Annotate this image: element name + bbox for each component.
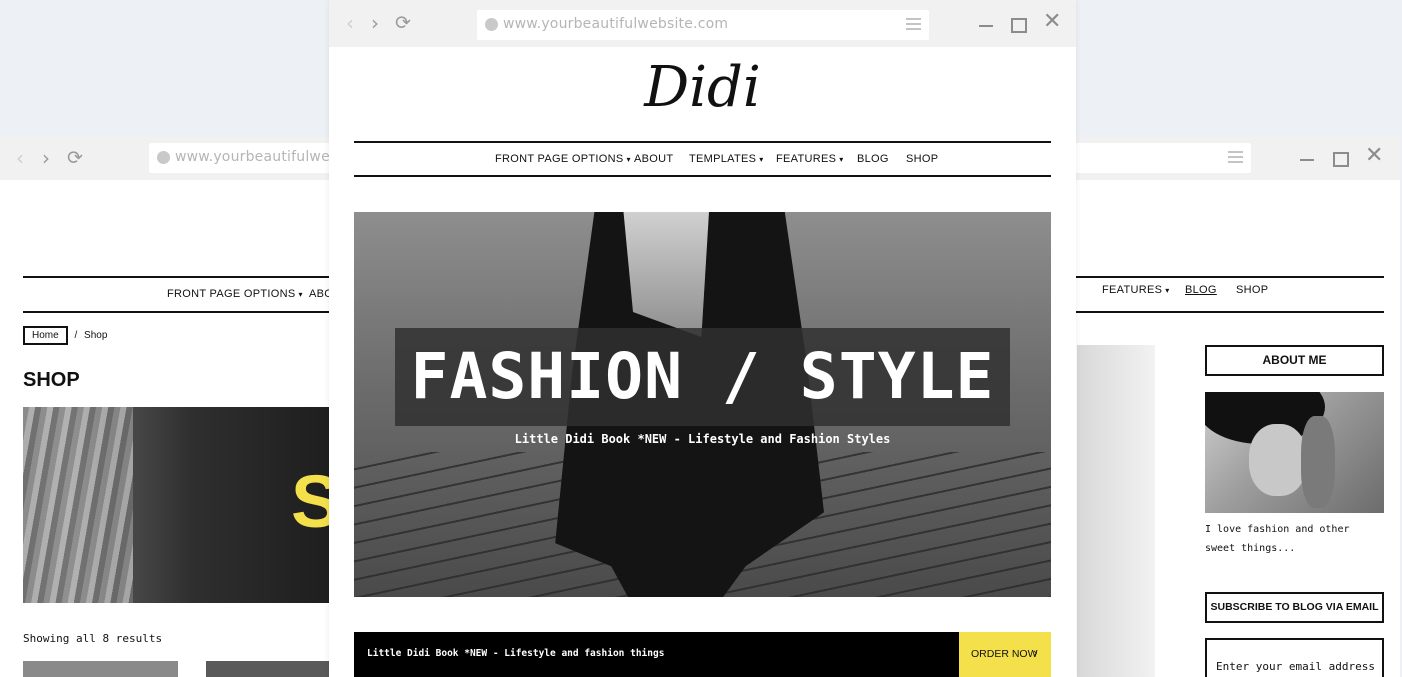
site-logo[interactable]: Didi: [329, 50, 1076, 126]
nav-item-blog[interactable]: BLOG: [1185, 284, 1217, 296]
order-now-label: ORDER NOW: [971, 648, 1038, 660]
nav-item-shop[interactable]: SHOP: [906, 153, 938, 165]
product-thumbnail[interactable]: [206, 661, 329, 677]
shop-banner: S: [23, 407, 329, 603]
dropdown-caret-icon: ▾: [759, 155, 764, 164]
breadcrumb-current: Shop: [84, 330, 108, 341]
reload-icon[interactable]: ⟳: [395, 13, 411, 33]
nav-item-features[interactable]: FEATURES ▾: [1102, 284, 1170, 296]
maximize-icon[interactable]: [1011, 14, 1027, 34]
sidebar-image-strip: [1077, 345, 1155, 677]
back-arrow-icon[interactable]: ‹: [346, 13, 354, 33]
email-field[interactable]: Enter your email address: [1205, 638, 1384, 677]
nav-item-features[interactable]: FEATURES ▾: [776, 153, 844, 165]
forward-arrow-icon[interactable]: ›: [42, 148, 50, 168]
results-count: Showing all 8 results: [23, 632, 163, 645]
bio-text: I love fashion and other sweet things...: [1205, 524, 1350, 554]
product-thumbnail[interactable]: [23, 661, 178, 677]
hamburger-menu-icon[interactable]: [906, 18, 921, 33]
nav-item-front-page-options[interactable]: FRONT PAGE OPTIONS ▾: [495, 153, 631, 165]
minimize-icon[interactable]: [979, 14, 993, 34]
front-browser-chrome: ‹ › ⟳ www.yourbeautifulwebsite.com ✕: [329, 0, 1076, 47]
banner-letter: S: [291, 460, 329, 543]
promo-bar: Little Didi Book *NEW - Lifestyle and fa…: [354, 632, 1051, 677]
nav-item-front-page-options[interactable]: FRONT PAGE OPTIONS ▾: [167, 288, 303, 300]
globe-icon: [157, 151, 170, 164]
nav-top-rule: [354, 141, 1051, 143]
order-now-button[interactable]: ORDER NOW ›: [959, 632, 1051, 677]
close-icon[interactable]: ✕: [1365, 145, 1383, 167]
dropdown-caret-icon: ▾: [626, 155, 631, 164]
hamburger-menu-icon[interactable]: [1228, 151, 1243, 166]
breadcrumb-separator: /: [74, 330, 78, 341]
maximize-icon[interactable]: [1333, 148, 1349, 168]
dropdown-caret-icon: ▾: [1165, 286, 1170, 295]
globe-icon: [485, 18, 498, 31]
front-browser-window: ‹ › ⟳ www.yourbeautifulwebsite.com ✕ Did…: [329, 0, 1076, 677]
nav-bottom-rule: [354, 175, 1051, 177]
minimize-icon[interactable]: [1300, 148, 1314, 168]
nav-item-about[interactable]: ABOUT: [634, 153, 673, 165]
face-shape: [1249, 424, 1307, 496]
page-title: SHOP: [23, 369, 80, 391]
hero-subtitle: Little Didi Book *NEW - Lifestyle and Fa…: [514, 432, 891, 446]
breadcrumb: Home / Shop: [23, 326, 107, 345]
about-me-title: ABOUT ME: [1205, 345, 1384, 376]
hero-title: FASHION / STYLE: [410, 340, 995, 413]
sweater-texture: [23, 407, 133, 603]
hair-shape: [1301, 416, 1335, 508]
breadcrumb-home[interactable]: Home: [23, 326, 68, 345]
url-text: www.yourbeautifulwebsite.com: [503, 16, 729, 32]
nav-item-blog[interactable]: BLOG: [857, 153, 889, 165]
forward-arrow-icon[interactable]: ›: [371, 13, 379, 33]
chevron-right-icon: ›: [1033, 646, 1038, 660]
close-icon[interactable]: ✕: [1043, 11, 1061, 33]
subscribe-title: SUBSCRIBE TO BLOG VIA EMAIL: [1205, 592, 1384, 623]
hero-image: FASHION / STYLE Little Didi Book *NEW - …: [354, 212, 1051, 597]
nav-item-templates[interactable]: TEMPLATES ▾: [689, 153, 764, 165]
promo-text: Little Didi Book *NEW - Lifestyle and fa…: [367, 648, 665, 659]
email-placeholder: Enter your email address: [1216, 660, 1375, 673]
dropdown-caret-icon: ▾: [839, 155, 844, 164]
back-arrow-icon[interactable]: ‹: [16, 148, 24, 168]
dropdown-caret-icon: ▾: [298, 290, 303, 299]
reload-icon[interactable]: ⟳: [67, 148, 83, 168]
avatar: [1205, 392, 1384, 513]
front-address-bar[interactable]: www.yourbeautifulwebsite.com: [477, 10, 929, 40]
nav-item-shop[interactable]: SHOP: [1236, 284, 1268, 296]
